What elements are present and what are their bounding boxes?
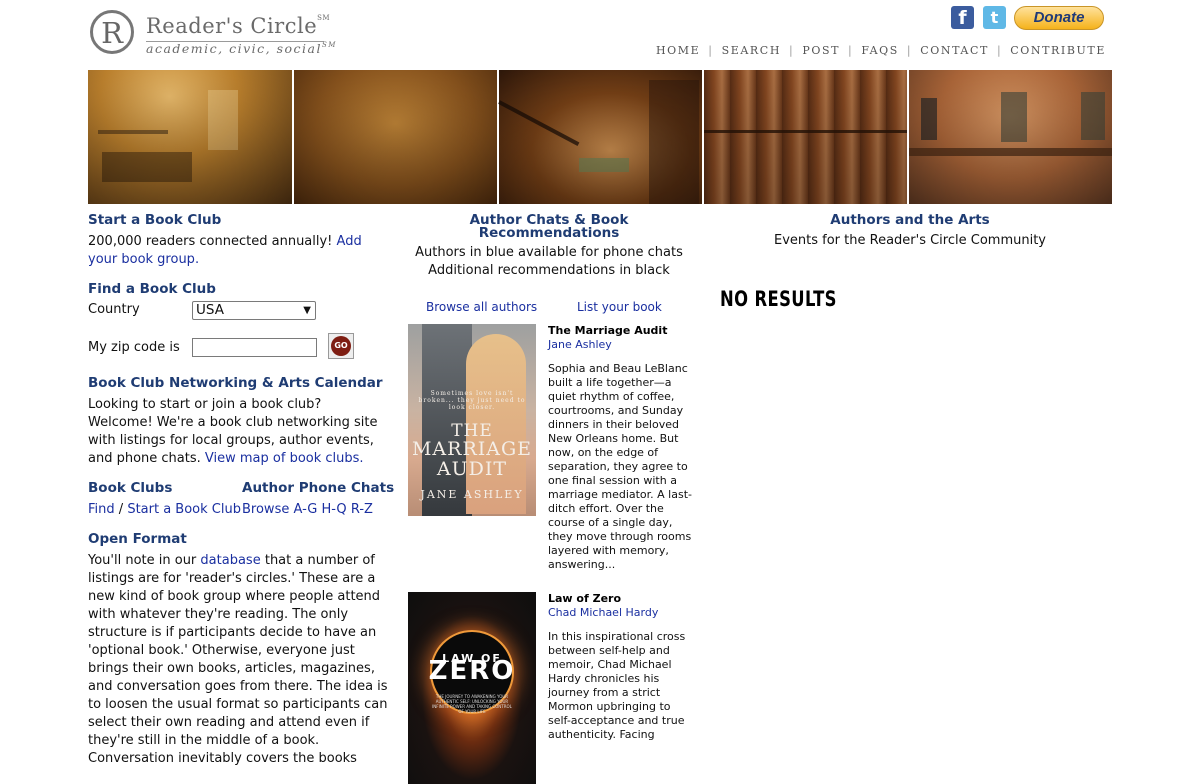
networking-section: Book Club Networking & Arts Calendar Loo…	[88, 375, 390, 468]
donate-button[interactable]: Donate	[1014, 6, 1104, 30]
phone-chats-heading: Author Phone Chats	[242, 480, 395, 496]
range-r-z-link[interactable]: R-Z	[351, 502, 373, 517]
twitter-icon[interactable]: t	[983, 6, 1006, 29]
cover-title-line2: ZERO	[428, 656, 516, 686]
social-bar: f t Donate	[934, 6, 1104, 32]
book-clubs-heading: Book Clubs	[88, 480, 173, 496]
open-format-section: Open Format You'll note in our database …	[88, 531, 390, 768]
logo-tagline-mark: SM	[322, 41, 337, 49]
no-results-message: NO RESULTS	[720, 287, 837, 311]
logo-tagline: academic, civic, socialSM	[146, 41, 337, 56]
start-club-section: Start a Book Club 200,000 readers connec…	[88, 212, 390, 269]
photo-banner	[88, 70, 1112, 204]
list-your-book-link[interactable]: List your book	[577, 298, 662, 316]
nav-home[interactable]: HOME	[656, 44, 700, 57]
banner-old-books-image	[704, 70, 907, 204]
nav-post[interactable]: POST	[802, 44, 840, 57]
find-club-heading: Find a Book Club	[88, 281, 216, 297]
logo-title-text: Reader's Circle	[146, 14, 318, 38]
open-format-post: that a number of listings are for 'reade…	[88, 553, 388, 766]
database-link[interactable]: database	[200, 553, 260, 568]
book-info: The Marriage Audit Jane Ashley Sophia an…	[548, 324, 692, 572]
nav-separator: |	[996, 44, 1003, 57]
nav-contribute[interactable]: CONTRIBUTE	[1010, 44, 1106, 57]
book-title[interactable]: Law of Zero	[548, 592, 692, 606]
find-club-link[interactable]: Find	[88, 502, 115, 517]
nav-search[interactable]: SEARCH	[722, 44, 781, 57]
browse-label-link[interactable]: Browse	[242, 502, 289, 517]
authors-arts-subtitle: Events for the Reader's Circle Community	[774, 233, 1046, 248]
nav-contact[interactable]: CONTACT	[920, 44, 989, 57]
book-cover-image[interactable]: LAW OF ZERO THE JOURNEY TO AWAKENING YOU…	[408, 592, 536, 784]
banner-cafe-street-image	[88, 70, 292, 204]
cover-author: JANE ASHLEY	[420, 488, 524, 501]
phone-chats-links: Browse A-G H-Q R-Z	[242, 501, 373, 519]
nav-separator: |	[789, 44, 795, 57]
book-title[interactable]: The Marriage Audit	[548, 324, 692, 338]
top-nav: HOME | SEARCH | POST | FAQS | CONTACT | CONTRIBUTE	[656, 44, 1106, 57]
logo-service-mark: SM	[317, 14, 331, 22]
book-info: Law of Zero Chad Michael Hardy In this i…	[548, 592, 692, 742]
banner-building-facade-image	[909, 70, 1112, 204]
go-button[interactable]: GO	[328, 333, 354, 359]
country-label: Country	[88, 302, 140, 317]
authors-arts-heading: Authors and the Arts	[830, 212, 990, 228]
range-a-g-link[interactable]: A-G	[293, 502, 317, 517]
start-club-text: 200,000 readers connected annually! Add …	[88, 233, 390, 269]
chevron-down-icon: ▼	[303, 305, 311, 316]
cover-subtitle: THE JOURNEY TO AWAKENING YOUR AUTHENTIC …	[432, 694, 512, 714]
book-description: In this inspirational cross between self…	[548, 630, 686, 741]
book-author-link[interactable]: Jane Ashley	[548, 338, 692, 352]
country-select-value: USA	[196, 302, 224, 318]
start-club-link[interactable]: Start a Book Club	[127, 502, 241, 517]
facebook-icon[interactable]: f	[951, 6, 974, 29]
open-format-text: You'll note in our database that a numbe…	[88, 552, 390, 768]
book-listing: LAW OF ZERO THE JOURNEY TO AWAKENING YOU…	[408, 592, 692, 784]
slash-separator: /	[118, 502, 124, 517]
networking-text: Looking to start or join a book club? We…	[88, 396, 390, 468]
cover-title-line2: MARRIAGE	[411, 438, 533, 460]
book-description: Sophia and Beau LeBlanc built a life tog…	[548, 362, 692, 571]
cover-title-line3: AUDIT	[436, 458, 508, 480]
black-recs-note: Additional recommendations in black	[428, 263, 670, 278]
site-logo[interactable]: R Reader's CircleSM academic, civic, soc…	[88, 8, 348, 64]
networking-heading: Book Club Networking & Arts Calendar	[88, 375, 383, 391]
banner-wall-texture-image	[294, 70, 497, 204]
open-format-pre: You'll note in our	[88, 553, 197, 568]
logo-letter: R	[101, 16, 123, 50]
page: R Reader's CircleSM academic, civic, soc…	[88, 0, 1112, 784]
start-club-heading: Start a Book Club	[88, 212, 222, 228]
logo-title: Reader's CircleSM	[146, 14, 330, 38]
nav-faqs[interactable]: FAQS	[861, 44, 899, 57]
start-club-text-content: 200,000 readers connected annually!	[88, 234, 333, 249]
country-select[interactable]: USA ▼	[192, 301, 316, 320]
zip-input[interactable]	[192, 338, 317, 357]
nav-separator: |	[708, 44, 714, 57]
open-format-heading: Open Format	[88, 531, 187, 547]
find-club-section: Find a Book Club Country USA ▼ My zip cod…	[88, 281, 390, 361]
go-button-label: GO	[331, 336, 351, 356]
cover-tagline: Sometimes love isn't broken... they just…	[418, 390, 526, 411]
book-cover-image[interactable]: Sometimes love isn't broken... they just…	[408, 324, 536, 516]
zip-label: My zip code is	[88, 340, 180, 355]
nav-separator: |	[906, 44, 913, 57]
book-listing: Sometimes love isn't broken... they just…	[408, 324, 692, 574]
nav-separator: |	[848, 44, 854, 57]
logo-tagline-text: academic, civic, social	[146, 41, 322, 56]
range-h-q-link[interactable]: H-Q	[321, 502, 346, 517]
logo-emblem: R	[90, 10, 134, 54]
author-chats-heading: Author Chats & Book Recommendations	[469, 212, 629, 241]
browse-all-authors-link[interactable]: Browse all authors	[426, 298, 537, 316]
view-map-link[interactable]: View map of book clubs.	[205, 451, 364, 466]
blue-authors-note: Authors in blue available for phone chat…	[415, 245, 683, 260]
banner-library-stairs-image	[498, 70, 702, 204]
book-clubs-links: Find / Start a Book Club	[88, 501, 241, 519]
book-author-link[interactable]: Chad Michael Hardy	[548, 606, 692, 620]
